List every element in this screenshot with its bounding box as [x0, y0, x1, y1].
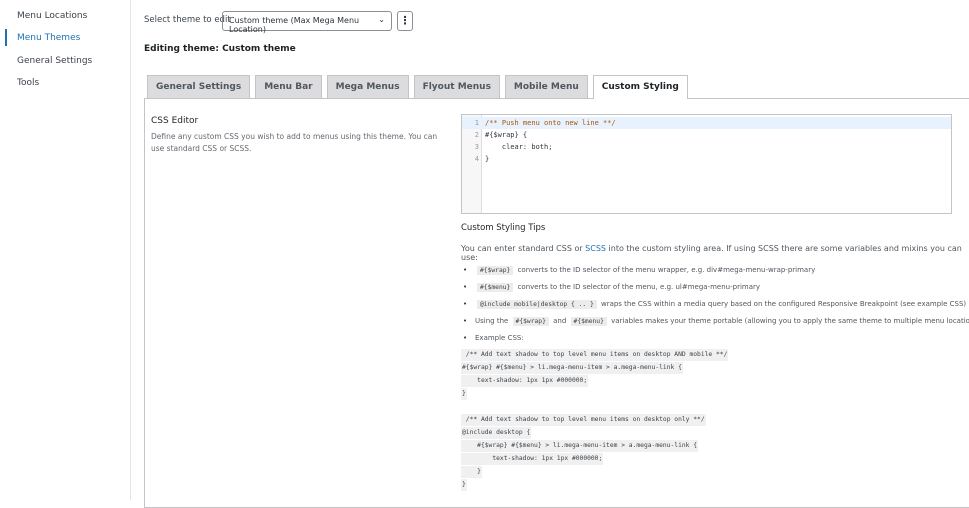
css-editor-title: CSS Editor: [151, 116, 199, 126]
example-code-line: @include desktop {: [461, 427, 532, 439]
tip-text: variables makes your theme portable (all…: [611, 317, 969, 325]
line-number: 2: [474, 131, 479, 139]
tip-item: #{$wrap} converts to the ID selector of …: [463, 266, 816, 275]
inline-code: #{$menu}: [477, 283, 514, 292]
css-code-editor[interactable]: 1 /** Push menu onto new line **/ 2 #{$wra…: [461, 114, 952, 214]
tip-text: wraps the CSS within a media query based…: [600, 300, 967, 308]
tips-title: Custom Styling Tips: [461, 223, 546, 233]
tab-mobile-menu[interactable]: Mobile Menu: [504, 75, 588, 98]
tip-item: Example CSS:: [463, 334, 524, 342]
inline-code: #{$wrap}: [512, 317, 549, 326]
tab-flyout-menus[interactable]: Flyout Menus: [413, 75, 500, 98]
editing-theme-title: Editing theme: Custom theme: [144, 44, 296, 54]
code-text: clear: both;: [485, 143, 553, 151]
tab-mega-menus[interactable]: Mega Menus: [326, 75, 409, 98]
theme-select-label: Select theme to edit: [144, 15, 231, 25]
example-code-line: /** Add text shadow to top level menu it…: [461, 349, 729, 361]
theme-select-value: Custom theme (Max Mega Menu Location): [229, 16, 360, 34]
example-code-line: /** Add text shadow to top level menu it…: [461, 414, 706, 426]
tip-item: #{$menu} converts to the ID selector of …: [463, 283, 761, 292]
code-line: 2 #{$wrap} {: [462, 129, 951, 141]
code-text: #{$wrap} {: [485, 131, 528, 139]
example-code-line: text-shadow: 1px 1px #000000;: [461, 375, 589, 387]
code-line: 1 /** Push menu onto new line **/: [462, 117, 951, 129]
example-code-line: #{$wrap} #{$menu} > li.mega-menu-item > …: [461, 440, 699, 452]
line-number: 1: [474, 119, 479, 127]
tab-custom-styling[interactable]: Custom Styling: [592, 75, 688, 99]
tip-text: and: [553, 317, 567, 325]
tip-item: Using the #{$wrap} and #{$menu} variable…: [463, 317, 969, 326]
example-code-line: #{$wrap} #{$menu} > li.mega-menu-item > …: [461, 362, 683, 374]
css-editor-description: Define any custom CSS you wish to add to…: [151, 132, 438, 153]
code-line: 4}: [462, 153, 951, 165]
example-code-line: }: [461, 466, 482, 478]
line-number: 3: [474, 143, 479, 151]
tip-text: converts to the ID selector of the menu …: [517, 266, 816, 274]
example-code-line: text-shadow: 1px 1px #000000;: [461, 453, 604, 465]
example-code-line: }: [461, 479, 467, 491]
inline-code: #{$menu}: [570, 317, 607, 326]
scss-link[interactable]: SCSS: [585, 244, 606, 253]
sidebar-item-menu-themes[interactable]: Menu Themes: [17, 33, 80, 43]
vertical-dots-icon: ⋮: [399, 14, 411, 27]
tip-text: converts to the ID selector of the menu,…: [517, 283, 761, 291]
active-indicator: [5, 29, 7, 46]
code-line: 3 clear: both;: [462, 141, 951, 153]
intro-text: You can enter standard CSS or: [461, 244, 586, 253]
code-text: /** Push menu onto new line **/: [485, 119, 616, 127]
code-text: }: [485, 155, 490, 163]
sidebar-item-menu-locations[interactable]: Menu Locations: [17, 11, 87, 21]
tab-menu-bar[interactable]: Menu Bar: [255, 75, 322, 98]
inline-code: #{$wrap}: [477, 266, 514, 275]
theme-select[interactable]: Custom theme (Max Mega Menu Location) ⌄: [222, 11, 392, 34]
sidebar: Menu Locations Menu Themes General Setti…: [0, 0, 131, 500]
sidebar-item-tools[interactable]: Tools: [17, 78, 39, 88]
more-options-button[interactable]: ⋮: [397, 11, 413, 31]
inline-code: @include mobile|desktop { .. }: [477, 300, 597, 309]
tips-intro: You can enter standard CSS or SCSS into …: [461, 244, 969, 262]
line-number: 4: [474, 155, 479, 163]
theme-tabs: General Settings Menu Bar Mega Menus Fly…: [147, 75, 688, 99]
tip-text: Example CSS:: [475, 334, 524, 342]
tip-text: Using the: [475, 317, 509, 325]
example-code-line: }: [461, 388, 467, 400]
chevron-down-icon: ⌄: [378, 15, 385, 24]
tip-item: @include mobile|desktop { .. } wraps the…: [463, 300, 967, 309]
sidebar-item-general-settings[interactable]: General Settings: [17, 56, 92, 66]
tab-general-settings[interactable]: General Settings: [147, 75, 251, 98]
